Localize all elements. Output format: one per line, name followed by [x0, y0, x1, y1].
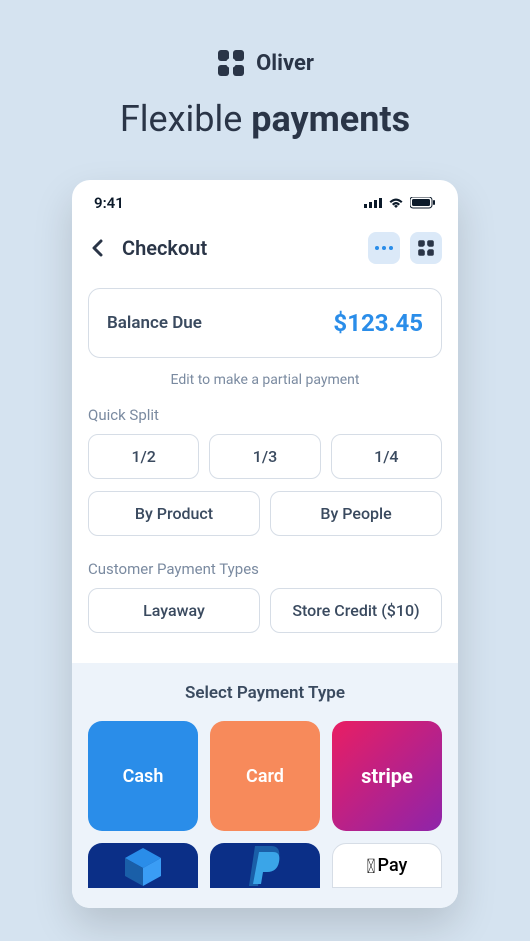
payment-cash-button[interactable]: Cash [88, 721, 198, 831]
status-time: 9:41 [94, 194, 124, 212]
nav-bar: Checkout [72, 224, 458, 280]
more-icon [375, 246, 393, 250]
oliver-icon [417, 239, 435, 257]
battery-icon [410, 197, 436, 209]
brand-name: Oliver [256, 51, 314, 76]
wifi-icon [388, 197, 404, 209]
more-button[interactable] [368, 232, 400, 264]
signal-icon [364, 197, 382, 209]
nav-title: Checkout [122, 236, 354, 260]
customer-types-label: Customer Payment Types [72, 560, 458, 578]
payment-card-button[interactable]: Card [210, 721, 320, 831]
payment-title: Select Payment Type [88, 683, 442, 703]
payment-stripe-button[interactable]: stripe [332, 721, 442, 831]
back-button[interactable] [88, 238, 108, 258]
store-credit-button[interactable]: Store Credit ($10) [270, 588, 442, 633]
split-half-button[interactable]: 1/2 [88, 434, 199, 479]
paypal-icon [247, 844, 283, 888]
balance-label: Balance Due [107, 313, 202, 333]
split-quarter-button[interactable]: 1/4 [331, 434, 442, 479]
payment-other-button[interactable] [88, 843, 198, 888]
payment-section: Select Payment Type Cash Card stripe Pa… [72, 663, 458, 908]
balance-card[interactable]: Balance Due $123.45 [88, 288, 442, 358]
balance-amount: $123.45 [333, 309, 423, 337]
app-button[interactable] [410, 232, 442, 264]
payment-applepay-button[interactable]: Pay [332, 843, 442, 888]
cube-icon [121, 846, 165, 886]
partial-payment-hint: Edit to make a partial payment [72, 372, 458, 388]
brand: Oliver [0, 48, 530, 78]
oliver-logo-icon [216, 48, 246, 78]
layaway-button[interactable]: Layaway [88, 588, 260, 633]
phone-frame: 9:41 Checkout Balance Due $123.45 Edit t… [72, 180, 458, 908]
quick-split-label: Quick Split [72, 406, 458, 424]
split-by-people-button[interactable]: By People [270, 491, 442, 536]
split-by-product-button[interactable]: By Product [88, 491, 260, 536]
apple-icon:  [367, 854, 376, 878]
split-third-button[interactable]: 1/3 [209, 434, 320, 479]
status-icons [364, 197, 436, 209]
payment-paypal-button[interactable] [210, 843, 320, 888]
page-title: Flexible payments [0, 98, 530, 140]
status-bar: 9:41 [72, 180, 458, 224]
